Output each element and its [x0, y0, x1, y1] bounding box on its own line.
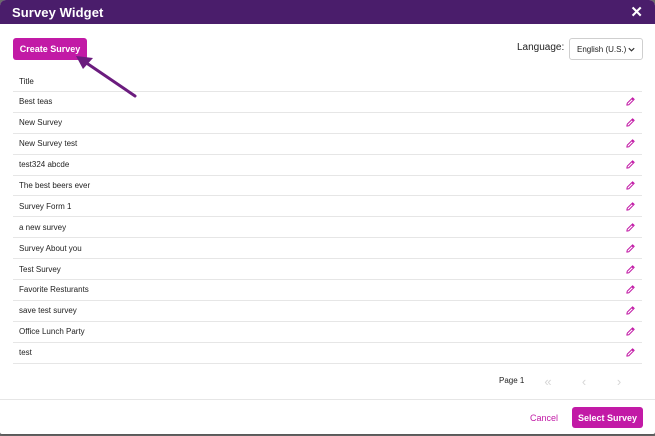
survey-table: Title Best teas New Survey New Survey test…	[13, 72, 642, 364]
table-row[interactable]: Test Survey	[13, 259, 642, 281]
edit-pencil-icon[interactable]	[625, 96, 636, 107]
survey-title: test324 abcde	[19, 160, 70, 170]
survey-title: save test survey	[19, 306, 77, 316]
chevron-left-icon[interactable]: ‹	[573, 371, 595, 391]
survey-title: New Survey	[19, 118, 63, 128]
survey-title: New Survey test	[19, 139, 78, 149]
edit-pencil-icon[interactable]	[625, 117, 636, 128]
table-row[interactable]: New Survey test	[13, 134, 642, 155]
edit-pencil-icon[interactable]	[625, 264, 636, 275]
select-survey-button[interactable]: Select Survey	[572, 407, 643, 428]
edit-pencil-icon[interactable]	[625, 326, 636, 337]
column-header-title: Title	[19, 77, 34, 86]
survey-title: Favorite Resturants	[19, 285, 89, 295]
table-row[interactable]: Survey About you	[13, 238, 642, 260]
chevron-down-icon	[628, 47, 635, 52]
table-row[interactable]: New Survey	[13, 113, 642, 134]
table-row[interactable]: test324 abcde	[13, 155, 642, 176]
edit-pencil-icon[interactable]	[625, 138, 636, 149]
edit-pencil-icon[interactable]	[625, 180, 636, 191]
table-header: Title	[13, 72, 642, 92]
edit-pencil-icon[interactable]	[625, 201, 636, 212]
survey-title: Office Lunch Party	[19, 327, 85, 337]
edit-pencil-icon[interactable]	[625, 347, 636, 358]
survey-widget-dialog: Survey Widget ✕ Create Survey Language: …	[0, 0, 655, 434]
table-row[interactable]: a new survey	[13, 217, 642, 239]
edit-pencil-icon[interactable]	[625, 159, 636, 170]
pagination: Page 1 « ‹ ›	[0, 370, 655, 392]
table-row[interactable]: Office Lunch Party	[13, 322, 642, 343]
create-survey-button[interactable]: Create Survey	[13, 38, 87, 60]
edit-pencil-icon[interactable]	[625, 284, 636, 295]
toolbar: Create Survey Language: English (U.S.)	[0, 24, 655, 70]
edit-pencil-icon[interactable]	[625, 243, 636, 254]
table-body: Best teas New Survey New Survey test test32…	[13, 92, 642, 364]
survey-title: Test Survey	[19, 264, 61, 274]
dialog-title: Survey Widget	[12, 4, 104, 20]
survey-title: test	[19, 348, 32, 358]
survey-title: The best beers ever	[19, 181, 91, 190]
chevron-right-icon[interactable]: ›	[608, 371, 630, 391]
table-row[interactable]: test	[13, 343, 642, 364]
edit-pencil-icon[interactable]	[625, 222, 636, 233]
survey-title: Survey Form 1	[19, 201, 72, 211]
close-icon[interactable]: ✕	[630, 5, 643, 20]
language-select[interactable]: English (U.S.)	[569, 38, 643, 60]
cancel-button[interactable]: Cancel	[524, 408, 564, 428]
survey-title: Survey About you	[19, 243, 82, 253]
survey-title: a new survey	[19, 222, 67, 232]
edit-pencil-icon[interactable]	[625, 305, 636, 316]
table-row[interactable]: The best beers ever	[13, 176, 642, 197]
survey-title: Best teas	[19, 97, 53, 107]
page-label: Page 1	[499, 376, 525, 385]
language-select-value: English (U.S.)	[577, 44, 627, 54]
table-row[interactable]: Best teas	[13, 92, 642, 113]
double-chevron-left-icon[interactable]: «	[537, 371, 559, 391]
dialog-titlebar: Survey Widget ✕	[0, 0, 655, 24]
table-row[interactable]: save test survey	[13, 301, 642, 322]
table-row[interactable]: Survey Form 1	[13, 196, 642, 218]
language-label: Language:	[517, 42, 565, 53]
dialog-footer: Cancel Select Survey	[0, 399, 655, 434]
table-row[interactable]: Favorite Resturants	[13, 280, 642, 301]
